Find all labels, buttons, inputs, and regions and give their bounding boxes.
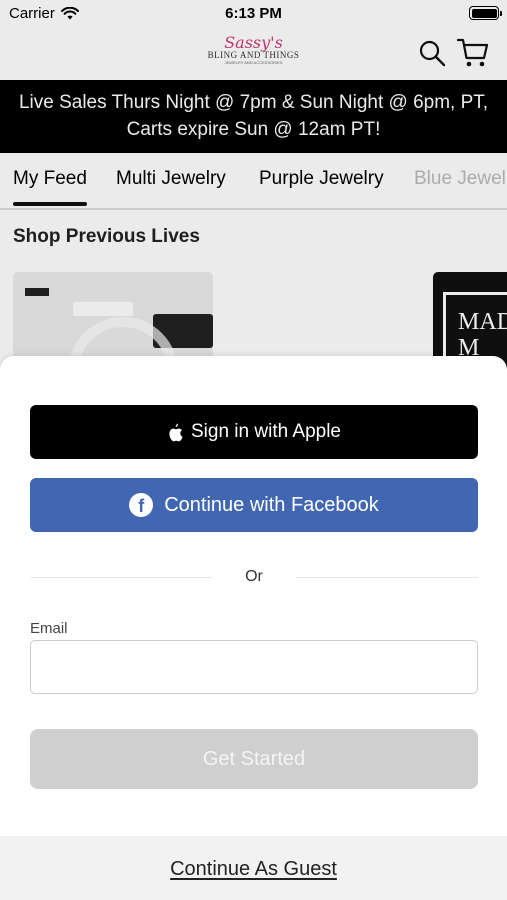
- email-input[interactable]: [30, 640, 478, 694]
- guest-bar: Continue As Guest: [0, 836, 507, 900]
- sign-in-with-apple-button[interactable]: Sign in with Apple: [30, 405, 478, 459]
- screen: Carrier 6:13 PM Sassy's BLING AND THINGS…: [0, 0, 507, 900]
- apple-button-label: Sign in with Apple: [191, 421, 341, 442]
- email-label: Email: [30, 620, 68, 637]
- sign-in-sheet: Sign in with Apple f Continue with Faceb…: [0, 356, 507, 900]
- facebook-icon: f: [129, 493, 154, 517]
- facebook-button-label: Continue with Facebook: [164, 493, 379, 516]
- continue-with-facebook-button[interactable]: f Continue with Facebook: [30, 478, 478, 532]
- get-started-button[interactable]: Get Started: [30, 729, 478, 789]
- or-divider: Or: [30, 565, 478, 589]
- continue-as-guest-link[interactable]: Continue As Guest: [170, 858, 337, 881]
- apple-icon: [169, 423, 183, 441]
